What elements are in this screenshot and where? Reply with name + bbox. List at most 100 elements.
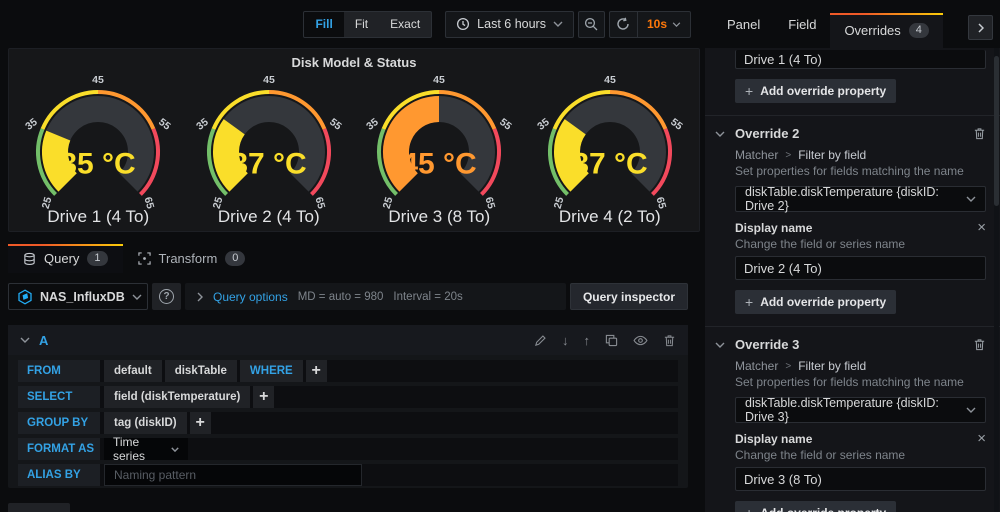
datasource-help-button[interactable]: ? [152, 283, 181, 310]
where-segment[interactable]: WHERE [240, 360, 303, 382]
collapse-pane-button[interactable] [968, 15, 993, 40]
remove-property-close-icon[interactable]: × [977, 222, 986, 234]
tab-query[interactable]: Query 1 [8, 244, 123, 273]
transform-icon [138, 252, 151, 265]
refresh-icon [616, 17, 630, 31]
tab-overrides[interactable]: Overrides 4 [830, 13, 942, 48]
add-select-button[interactable]: + [253, 386, 274, 408]
influxdb-icon [17, 289, 33, 305]
chevron-down-icon[interactable] [715, 342, 735, 348]
gauge-value: 37 °C [572, 148, 647, 181]
section-divider [705, 115, 1000, 116]
question-icon: ? [159, 289, 174, 304]
disable-query-eye-icon[interactable] [633, 335, 648, 346]
matcher-description: Set properties for fields matching the n… [735, 375, 986, 389]
row-filler [191, 438, 678, 460]
query-options-label: Query options [213, 290, 288, 304]
panel-title: Disk Model & Status [9, 55, 699, 70]
collapse-query-chevron-icon[interactable] [20, 337, 30, 343]
tab-field[interactable]: Field [774, 0, 830, 48]
svg-text:45: 45 [604, 74, 616, 86]
svg-text:45: 45 [433, 74, 445, 86]
overrides-pane: Drive 1 (4 To) +Add override property Ov… [705, 48, 1000, 512]
group-by-tag-segment[interactable]: tag (diskID) [104, 412, 187, 434]
refresh-interval-dropdown[interactable]: 10s [637, 12, 690, 37]
add-query-button-partial[interactable] [8, 503, 70, 512]
remove-property-close-icon[interactable]: × [977, 433, 986, 445]
add-override-property-button[interactable]: +Add override property [735, 501, 896, 512]
caret-down-icon [171, 447, 179, 452]
from-policy-segment[interactable]: default [104, 360, 162, 382]
duplicate-query-icon[interactable] [605, 334, 618, 347]
display-mode-group: Fill Fit Exact [303, 11, 432, 38]
format-as-row: FORMAT AS Time series [18, 438, 678, 460]
disk-status-panel: Disk Model & Status 2535455565 35 °C Dri… [8, 48, 700, 232]
gauge: 2535455565 37 °C Drive 2 (4 To) [184, 74, 354, 227]
from-measurement-segment[interactable]: diskTable [165, 360, 237, 382]
add-group-by-button[interactable]: + [190, 412, 211, 434]
time-range-label: Last 6 hours [477, 17, 546, 31]
query-options-toggle[interactable]: Query options MD = auto = 980 Interval =… [185, 283, 566, 310]
gauge-title: Drive 1 (4 To) [47, 207, 149, 227]
row-filler [277, 386, 678, 408]
tab-panel[interactable]: Panel [713, 0, 774, 48]
query-inspector-button[interactable]: Query inspector [570, 283, 688, 310]
active-tab-gradient [830, 13, 942, 15]
select-label: SELECT [18, 386, 100, 408]
scrollbar-thumb[interactable] [994, 56, 999, 206]
chevron-down-icon[interactable] [715, 131, 735, 137]
datasource-name: NAS_InfluxDB [40, 290, 125, 304]
chevron-down-icon [966, 196, 976, 202]
gauge-grid: 2535455565 35 °C Drive 1 (4 To) 25354555… [9, 74, 699, 227]
move-query-down-icon[interactable]: ↓ [562, 333, 569, 348]
exact-mode-button[interactable]: Exact [379, 12, 431, 37]
row-filler [330, 360, 678, 382]
matcher-row: Matcher > Filter by field [735, 359, 986, 373]
property-description: Change the field or series name [735, 237, 986, 251]
svg-text:55: 55 [668, 116, 685, 133]
svg-text:55: 55 [327, 116, 344, 133]
from-row: FROM default diskTable WHERE + [18, 360, 678, 382]
from-label: FROM [18, 360, 100, 382]
move-query-up-icon[interactable]: ↑ [584, 333, 591, 348]
override1-display-name-input[interactable]: Drive 1 (4 To) [735, 50, 986, 69]
chevron-right-icon [978, 23, 984, 33]
matcher-row: Matcher > Filter by field [735, 148, 986, 162]
delete-query-trash-icon[interactable] [663, 334, 676, 347]
delete-override-trash-icon[interactable] [973, 338, 986, 351]
transform-count-badge: 0 [225, 251, 245, 266]
zoom-out-button[interactable] [578, 11, 605, 38]
delete-override-trash-icon[interactable] [973, 127, 986, 140]
query-options-interval: Interval = 20s [393, 291, 462, 303]
matcher-description: Set properties for fields matching the n… [735, 164, 986, 178]
gauge: 2535455565 35 °C Drive 1 (4 To) [13, 74, 183, 227]
add-override-property-button[interactable]: +Add override property [735, 290, 896, 314]
override2-display-name-input[interactable]: Drive 2 (4 To) [735, 256, 986, 280]
svg-text:35: 35 [194, 116, 211, 133]
time-range-picker[interactable]: Last 6 hours [445, 11, 574, 38]
edit-query-icon[interactable] [534, 334, 547, 347]
override3-display-name-input[interactable]: Drive 3 (8 To) [735, 467, 986, 491]
add-override-property-button[interactable]: +Add override property [735, 79, 896, 103]
override-title: Override 2 [735, 126, 799, 141]
add-where-condition-button[interactable]: + [306, 360, 327, 382]
format-as-dropdown[interactable]: Time series [104, 438, 188, 460]
query-count-badge: 1 [87, 251, 107, 266]
active-tab-gradient [8, 244, 123, 246]
fit-mode-button[interactable]: Fit [344, 12, 379, 37]
alias-by-input[interactable] [104, 464, 362, 486]
override3-field-select[interactable]: diskTable.diskTemperature {diskID: Drive… [735, 397, 986, 423]
svg-text:55: 55 [156, 116, 173, 133]
gauge-title: Drive 2 (4 To) [218, 207, 320, 227]
refresh-button[interactable] [610, 12, 637, 37]
datasource-picker[interactable]: NAS_InfluxDB [8, 283, 148, 310]
overrides-count-badge: 4 [909, 23, 929, 38]
override2-field-select[interactable]: diskTable.diskTemperature {diskID: Drive… [735, 186, 986, 212]
override-title: Override 3 [735, 337, 799, 352]
display-name-property-row: Display name × [735, 432, 986, 446]
fill-mode-button[interactable]: Fill [304, 12, 343, 37]
override2-header: Override 2 [715, 126, 986, 141]
gauge-arc: 2535455565 35 °C [18, 74, 178, 210]
select-field-segment[interactable]: field (diskTemperature) [104, 386, 250, 408]
tab-transform[interactable]: Transform 0 [123, 244, 261, 273]
